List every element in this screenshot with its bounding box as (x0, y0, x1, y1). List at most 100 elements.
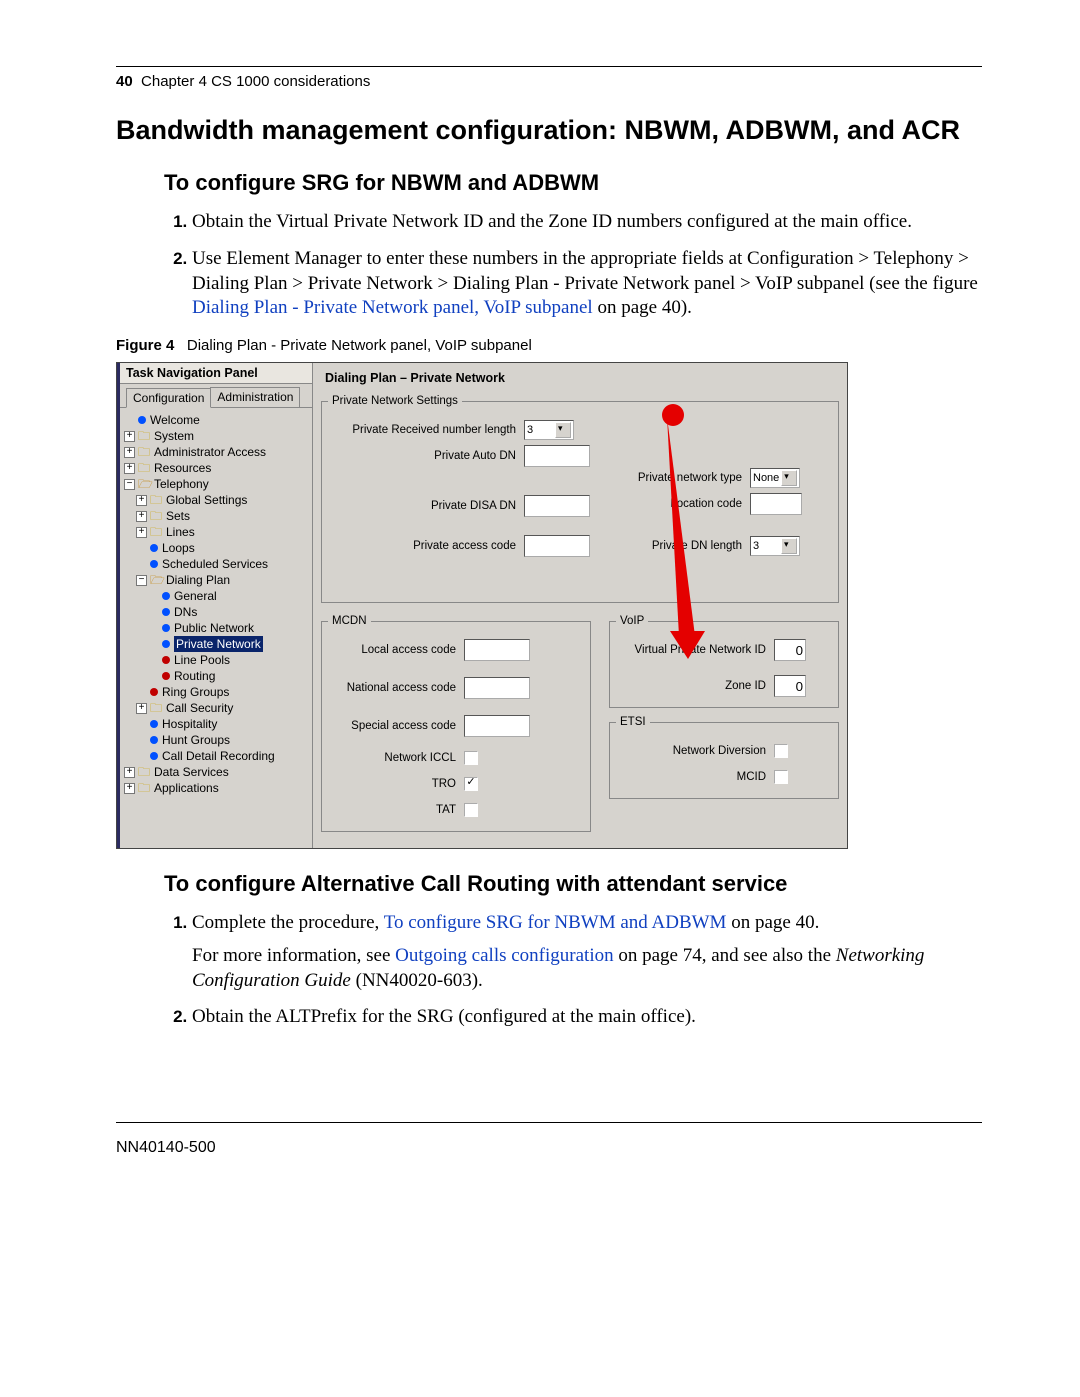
tree-admin-access[interactable]: +🗀Administrator Access (124, 444, 310, 460)
tree-scheduled-services[interactable]: Scheduled Services (124, 556, 310, 572)
dot-icon (162, 640, 170, 648)
voip-zone-input[interactable] (774, 675, 806, 697)
tree-hospitality[interactable]: Hospitality (124, 716, 310, 732)
expand-icon[interactable]: + (124, 431, 135, 442)
step-b1: Complete the procedure, To configure SRG… (192, 911, 982, 993)
procedure-b-title: To configure Alternative Call Routing wi… (164, 871, 982, 897)
chevron-down-icon (781, 470, 797, 486)
tree-call-detail-recording[interactable]: Call Detail Recording (124, 748, 310, 764)
expand-icon[interactable]: + (136, 703, 147, 714)
header-rule (116, 66, 982, 67)
folder-icon: 🗀 (138, 764, 151, 780)
voip-vpn-input[interactable] (774, 639, 806, 661)
dn-len-select[interactable]: 3 (750, 536, 800, 556)
tree-telephony[interactable]: −🗁Telephony (124, 476, 310, 492)
dot-icon (162, 672, 170, 680)
dot-icon (150, 736, 158, 744)
expand-icon[interactable]: + (124, 767, 135, 778)
nav-tabs: Configuration Administration (120, 384, 312, 408)
access-code-input[interactable] (524, 535, 590, 557)
voip-vpn-label: Virtual Private Network ID (616, 644, 774, 656)
voip-group: VoIP Virtual Private Network ID Zone ID (609, 615, 839, 708)
expand-icon[interactable]: + (124, 447, 135, 458)
tab-administration[interactable]: Administration (210, 387, 300, 407)
expand-icon[interactable]: + (136, 527, 147, 538)
collapse-icon[interactable]: − (136, 575, 147, 586)
tree-call-security[interactable]: +🗀Call Security (124, 700, 310, 716)
mcdn-tat-label: TAT (328, 804, 464, 816)
disa-dn-label: Private DISA DN (328, 500, 524, 512)
folder-icon: 🗀 (150, 492, 163, 508)
mcdn-national-input[interactable] (464, 677, 530, 699)
chevron-down-icon (781, 538, 797, 554)
tree-welcome[interactable]: Welcome (124, 412, 310, 428)
tree-resources[interactable]: +🗀Resources (124, 460, 310, 476)
private-network-settings-group: Private Network Settings Private Receive… (321, 395, 839, 603)
recv-len-label: Private Received number length (328, 424, 524, 436)
private-settings-legend: Private Network Settings (328, 395, 462, 407)
procedure-a-title: To configure SRG for NBWM and ADBWM (164, 170, 982, 196)
folder-icon: 🗀 (138, 444, 151, 460)
tree-general[interactable]: General (124, 588, 310, 604)
footer-rule (116, 1122, 982, 1123)
expand-icon[interactable]: + (124, 783, 135, 794)
tree-applications[interactable]: +🗀Applications (124, 780, 310, 796)
dot-icon (138, 416, 146, 424)
recv-len-select[interactable]: 3 (524, 420, 574, 440)
tree-data-services[interactable]: +🗀Data Services (124, 764, 310, 780)
expand-icon[interactable]: + (136, 495, 147, 506)
etsi-mcid-checkbox[interactable] (774, 770, 788, 784)
tree-routing[interactable]: Routing (124, 668, 310, 684)
tree-dns[interactable]: DNs (124, 604, 310, 620)
folder-icon: 🗀 (150, 700, 163, 716)
tree-private-network[interactable]: Private Network (124, 636, 310, 652)
tree-sets[interactable]: +🗀Sets (124, 508, 310, 524)
tree-ring-groups[interactable]: Ring Groups (124, 684, 310, 700)
nav-title: Task Navigation Panel (120, 363, 312, 384)
tro-checkbox[interactable] (464, 777, 478, 791)
loc-code-input[interactable] (750, 493, 802, 515)
expand-icon[interactable]: + (136, 511, 147, 522)
disa-dn-input[interactable] (524, 495, 590, 517)
tree-public-network[interactable]: Public Network (124, 620, 310, 636)
voip-legend: VoIP (616, 615, 648, 627)
tree-system[interactable]: +🗀System (124, 428, 310, 444)
auto-dn-input[interactable] (524, 445, 590, 467)
tree-lines[interactable]: +🗀Lines (124, 524, 310, 540)
folder-open-icon: 🗁 (150, 572, 163, 588)
tree-global-settings[interactable]: +🗀Global Settings (124, 492, 310, 508)
dn-len-label: Private DN length (610, 540, 750, 552)
tab-configuration[interactable]: Configuration (126, 388, 211, 408)
tat-checkbox[interactable] (464, 803, 478, 817)
etsi-div-checkbox[interactable] (774, 744, 788, 758)
expand-icon[interactable]: + (124, 463, 135, 474)
dot-icon (150, 720, 158, 728)
tree-dialing-plan[interactable]: −🗁Dialing Plan (124, 572, 310, 588)
dot-icon (162, 608, 170, 616)
iccl-checkbox[interactable] (464, 751, 478, 765)
mcdn-local-label: Local access code (328, 644, 464, 656)
right-col-fields: Private network type None Location code … (610, 463, 840, 561)
figure-caption: Figure 4 Dialing Plan - Private Network … (116, 337, 982, 354)
loc-code-label: Location code (610, 498, 750, 510)
tree-line-pools[interactable]: Line Pools (124, 652, 310, 668)
tree-hunt-groups[interactable]: Hunt Groups (124, 732, 310, 748)
proc-a-link[interactable]: To configure SRG for NBWM and ADBWM (384, 912, 727, 933)
mcdn-local-input[interactable] (464, 639, 530, 661)
outgoing-calls-link[interactable]: Outgoing calls configuration (395, 945, 613, 966)
net-type-select[interactable]: None (750, 468, 800, 488)
mcdn-special-input[interactable] (464, 715, 530, 737)
right-pane: Dialing Plan – Private Network Private N… (313, 363, 847, 848)
tree-loops[interactable]: Loops (124, 540, 310, 556)
access-code-label: Private access code (328, 540, 524, 552)
screenshot-panel: Task Navigation Panel Configuration Admi… (116, 362, 848, 849)
figure-link[interactable]: Dialing Plan - Private Network panel, Vo… (192, 297, 593, 318)
mcdn-iccl-label: Network ICCL (328, 752, 464, 764)
panel-title: Dialing Plan – Private Network (325, 371, 835, 385)
step-1: Obtain the Virtual Private Network ID an… (192, 210, 982, 235)
dot-icon (150, 688, 158, 696)
folder-icon: 🗀 (150, 508, 163, 524)
chevron-down-icon (555, 422, 571, 438)
procedure-a-steps: Obtain the Virtual Private Network ID an… (164, 210, 982, 321)
collapse-icon[interactable]: − (124, 479, 135, 490)
